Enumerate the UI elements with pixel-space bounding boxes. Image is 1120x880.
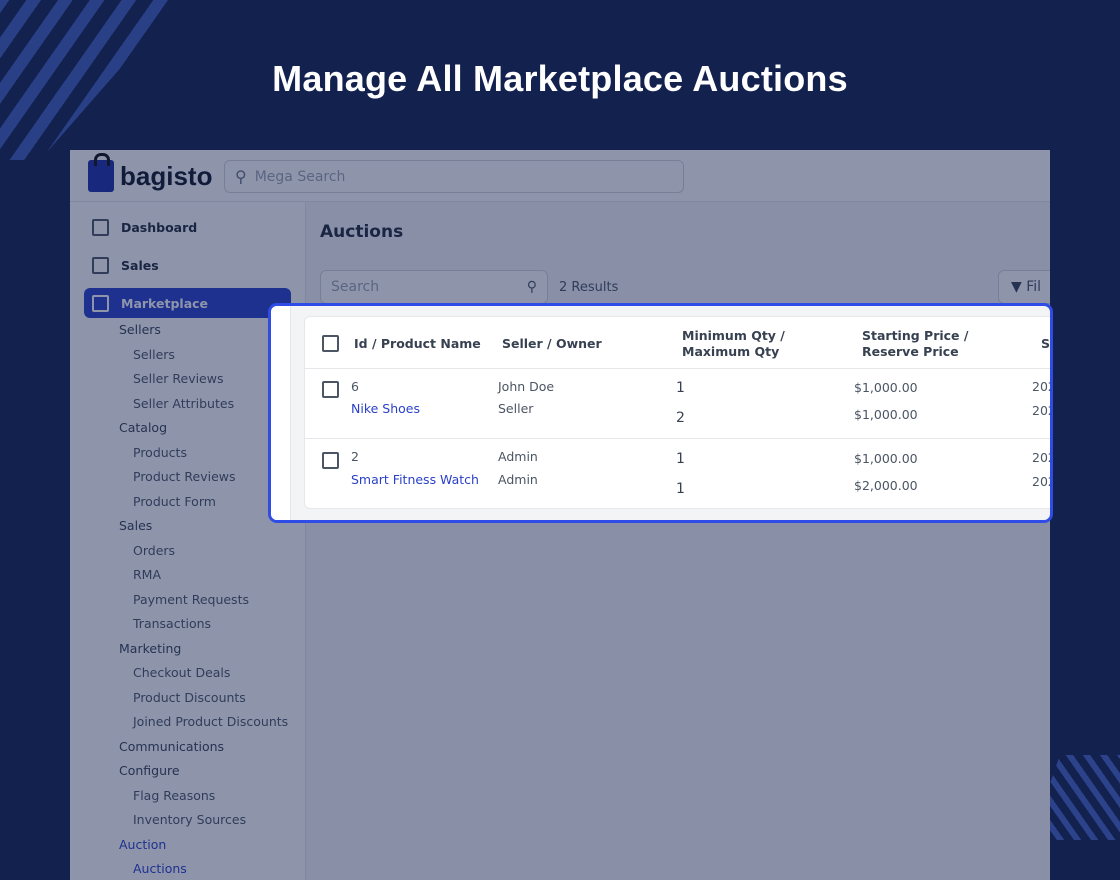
header-max-qty[interactable]: Maximum Qty <box>682 344 779 359</box>
sidebar-item-joined-product-discounts[interactable]: Joined Product Discounts <box>70 710 305 735</box>
end-date: 202 <box>1032 474 1050 489</box>
reserve-price: $2,000.00 <box>854 478 918 493</box>
min-qty: 1 <box>676 380 685 396</box>
sidebar-edge <box>271 306 291 520</box>
logo-text: bagisto <box>120 160 213 191</box>
page-title: Auctions <box>320 222 404 242</box>
auctions-table: Id / Product Name Seller / Owner Minimum… <box>304 316 1050 509</box>
select-all-checkbox[interactable] <box>322 335 339 352</box>
sidebar-item-payment-requests[interactable]: Payment Requests <box>70 588 305 613</box>
table-row[interactable]: 6 Nike Shoes John Doe Seller 1 2 $1,000.… <box>305 369 1050 439</box>
mega-search-input[interactable]: ⚲ Mega Search <box>224 160 684 193</box>
auction-search-input[interactable]: Search ⚲ <box>320 270 548 304</box>
header-truncated[interactable]: S <box>1041 336 1050 351</box>
sidebar: Dashboard Sales Marketplace Sellers Sell… <box>70 202 306 880</box>
row-id: 2 <box>351 449 359 464</box>
starting-price: $1,000.00 <box>854 380 918 395</box>
search-icon: ⚲ <box>526 279 537 295</box>
sidebar-item-transactions[interactable]: Transactions <box>70 612 305 637</box>
sidebar-group-marketing[interactable]: Marketing <box>70 637 305 662</box>
sidebar-group-communications[interactable]: Communications <box>70 735 305 760</box>
sidebar-item-sales[interactable]: Sales <box>84 250 291 280</box>
row-checkbox[interactable] <box>322 452 339 469</box>
reserve-price: $1,000.00 <box>854 407 918 422</box>
auction-search-placeholder: Search <box>331 279 380 295</box>
max-qty: 1 <box>676 481 685 497</box>
row-checkbox[interactable] <box>322 381 339 398</box>
filter-button[interactable]: ▼ Fil <box>998 270 1050 304</box>
sidebar-group-auction[interactable]: Auction <box>70 833 305 858</box>
marketplace-icon <box>92 294 109 312</box>
header-id-name[interactable]: Id / Product Name <box>354 336 481 351</box>
mega-search-placeholder: Mega Search <box>254 168 346 185</box>
row-id: 6 <box>351 379 359 394</box>
seller-name: Admin <box>498 449 538 464</box>
table-row[interactable]: 2 Smart Fitness Watch Admin Admin 1 1 $1… <box>305 439 1050 509</box>
start-date: 202 <box>1032 450 1050 465</box>
highlighted-auctions-table: Id / Product Name Seller / Owner Minimum… <box>268 303 1053 523</box>
header-min-qty[interactable]: Minimum Qty / <box>682 328 785 343</box>
headline: Manage All Marketplace Auctions <box>272 58 848 99</box>
min-qty: 1 <box>676 451 685 467</box>
start-date: 202 <box>1032 379 1050 394</box>
end-date: 202 <box>1032 403 1050 418</box>
max-qty: 2 <box>676 410 685 426</box>
results-count: 2 Results <box>559 280 619 295</box>
logo[interactable]: bagisto <box>88 153 213 192</box>
sidebar-item-label: Dashboard <box>121 219 198 235</box>
sidebar-item-auctions[interactable]: Auctions <box>70 857 305 880</box>
product-name-link[interactable]: Smart Fitness Watch <box>351 472 479 487</box>
sidebar-item-orders[interactable]: Orders <box>70 539 305 564</box>
sidebar-item-label: Sales <box>121 257 159 273</box>
sidebar-item-inventory-sources[interactable]: Inventory Sources <box>70 808 305 833</box>
sidebar-item-rma[interactable]: RMA <box>70 563 305 588</box>
dashboard-icon <box>92 218 109 236</box>
bag-logo-icon <box>88 153 114 192</box>
owner-type: Admin <box>498 472 538 487</box>
sidebar-group-configure[interactable]: Configure <box>70 759 305 784</box>
seller-name: John Doe <box>498 379 555 394</box>
owner-type: Seller <box>498 401 534 416</box>
sidebar-item-product-discounts[interactable]: Product Discounts <box>70 686 305 711</box>
sidebar-item-label: Marketplace <box>121 295 209 311</box>
header-reserve-price[interactable]: Reserve Price <box>862 344 959 359</box>
filter-icon: ▼ <box>1011 279 1022 295</box>
sales-icon <box>92 256 109 274</box>
search-icon: ⚲ <box>235 167 247 186</box>
starting-price: $1,000.00 <box>854 451 918 466</box>
header-seller-owner[interactable]: Seller / Owner <box>502 336 602 351</box>
sidebar-item-marketplace[interactable]: Marketplace <box>84 288 291 318</box>
filter-label: Fil <box>1026 279 1042 295</box>
product-name-link[interactable]: Nike Shoes <box>351 401 420 416</box>
header-starting-price[interactable]: Starting Price / <box>862 328 968 343</box>
table-header: Id / Product Name Seller / Owner Minimum… <box>305 317 1050 369</box>
top-bar: bagisto ⚲ Mega Search <box>70 150 1050 202</box>
sidebar-item-dashboard[interactable]: Dashboard <box>84 212 291 242</box>
sidebar-item-flag-reasons[interactable]: Flag Reasons <box>70 784 305 809</box>
sidebar-item-checkout-deals[interactable]: Checkout Deals <box>70 661 305 686</box>
